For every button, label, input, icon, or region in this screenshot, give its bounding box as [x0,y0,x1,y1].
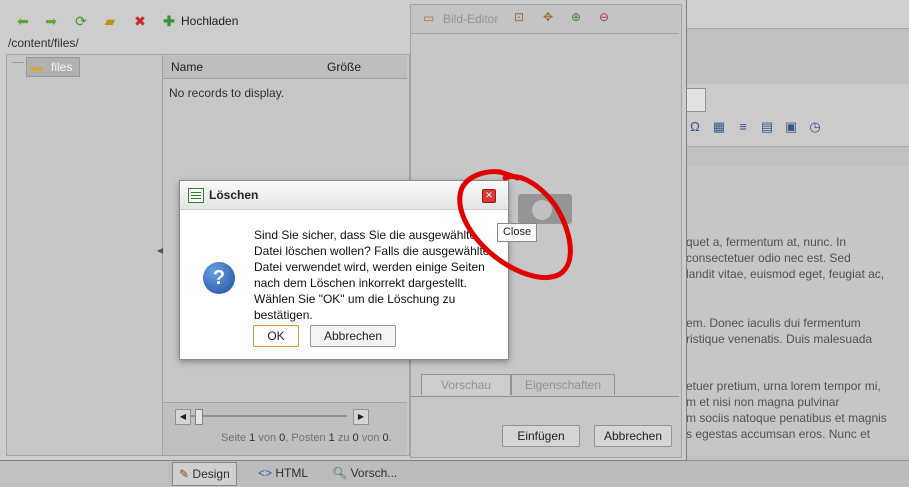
red-circle-annotation [457,169,573,280]
annotation-stroke [457,169,573,280]
